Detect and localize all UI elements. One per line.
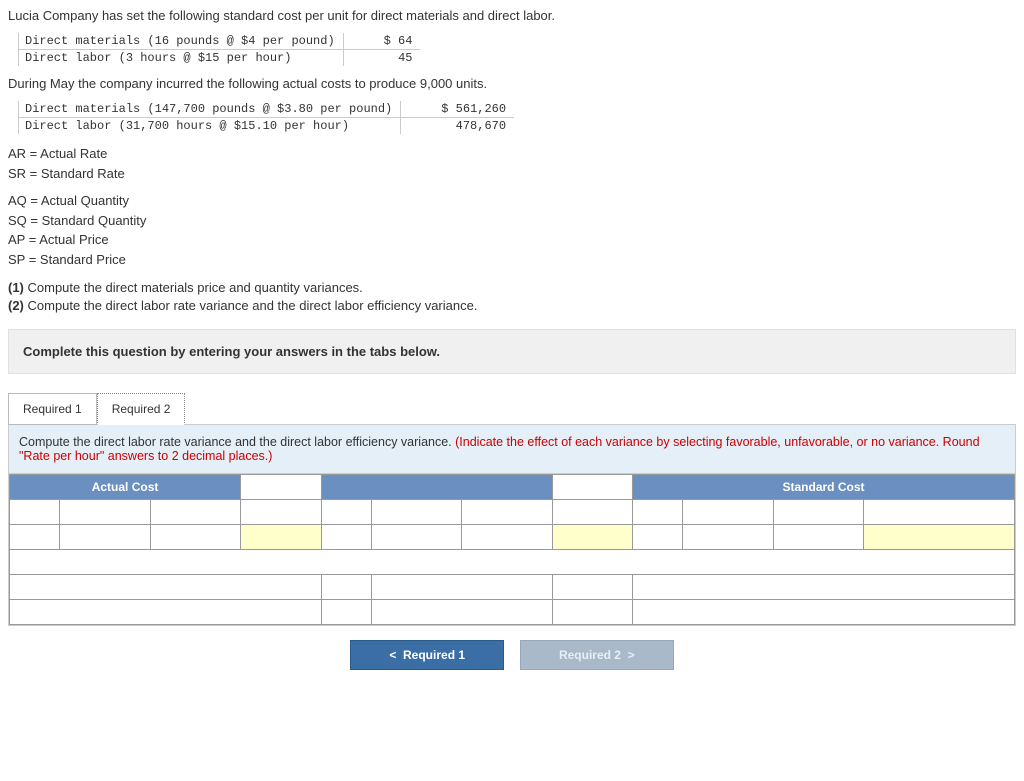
instruction-bar: Complete this question by entering your … (8, 329, 1016, 374)
def-sr: SR = Standard Rate (8, 164, 1016, 184)
variance-table: Actual Cost Standard Cost (9, 474, 1015, 625)
tab-content: Compute the direct labor rate variance a… (8, 424, 1016, 626)
cell[interactable] (150, 525, 240, 550)
prompt-bar: Compute the direct labor rate variance a… (9, 425, 1015, 474)
header-standard-cost: Standard Cost (633, 475, 1015, 500)
cell[interactable] (150, 500, 240, 525)
cell[interactable] (864, 500, 1015, 525)
cell[interactable] (60, 500, 150, 525)
cell[interactable] (633, 575, 1015, 600)
def-sq: SQ = Standard Quantity (8, 211, 1016, 231)
cell[interactable] (10, 500, 60, 525)
def-aq: AQ = Actual Quantity (8, 191, 1016, 211)
cell[interactable] (552, 600, 632, 625)
header-mid (321, 475, 552, 500)
cell[interactable] (633, 525, 683, 550)
intro-line-2: During May the company incurred the foll… (8, 76, 1016, 91)
next-button[interactable]: Required 2 > (520, 640, 674, 670)
cell[interactable] (10, 525, 60, 550)
tab-required-2[interactable]: Required 2 (97, 393, 186, 425)
standard-cost-table: Direct materials (16 pounds @ $4 per pou… (18, 33, 420, 66)
cell[interactable] (773, 525, 863, 550)
table-row: Direct labor (3 hours @ $15 per hour)45 (19, 50, 421, 67)
cell[interactable] (241, 500, 321, 525)
header-actual-cost: Actual Cost (10, 475, 241, 500)
actual-cost-table: Direct materials (147,700 pounds @ $3.80… (18, 101, 514, 134)
questions-block: (1) Compute the direct materials price a… (8, 279, 1016, 315)
cell[interactable] (321, 575, 371, 600)
cell[interactable] (683, 525, 773, 550)
cell[interactable] (683, 500, 773, 525)
cell[interactable] (633, 500, 683, 525)
cell-result[interactable] (552, 525, 632, 550)
chevron-right-icon: > (628, 648, 635, 662)
def-ap: AP = Actual Price (8, 230, 1016, 250)
tabs: Required 1Required 2 (8, 392, 1016, 424)
nav-buttons: < Required 1 Required 2 > (8, 626, 1016, 676)
table-row: Direct labor (31,700 hours @ $15.10 per … (19, 118, 515, 135)
intro-line-1: Lucia Company has set the following stan… (8, 8, 1016, 23)
tab-required-1[interactable]: Required 1 (8, 393, 97, 425)
cell[interactable] (10, 600, 322, 625)
table-row: Direct materials (16 pounds @ $4 per pou… (19, 33, 421, 50)
cell[interactable] (462, 525, 552, 550)
cell[interactable] (552, 575, 632, 600)
prev-button[interactable]: < Required 1 (350, 640, 504, 670)
cell-result[interactable] (241, 525, 321, 550)
cell[interactable] (321, 525, 371, 550)
cell[interactable] (552, 475, 632, 500)
cell[interactable] (10, 550, 1015, 575)
cell[interactable] (241, 475, 321, 500)
cell[interactable] (773, 500, 863, 525)
definitions-block: AR = Actual Rate SR = Standard Rate AQ =… (8, 144, 1016, 269)
cell[interactable] (321, 500, 371, 525)
cell[interactable] (371, 525, 461, 550)
cell[interactable] (371, 600, 552, 625)
cell[interactable] (60, 525, 150, 550)
cell[interactable] (321, 600, 371, 625)
cell-result[interactable] (864, 525, 1015, 550)
table-row: Direct materials (147,700 pounds @ $3.80… (19, 101, 515, 118)
cell[interactable] (371, 500, 461, 525)
def-sp: SP = Standard Price (8, 250, 1016, 270)
cell[interactable] (371, 575, 552, 600)
def-ar: AR = Actual Rate (8, 144, 1016, 164)
cell[interactable] (10, 575, 322, 600)
chevron-left-icon: < (389, 648, 396, 662)
cell[interactable] (462, 500, 552, 525)
cell[interactable] (633, 600, 1015, 625)
cell[interactable] (552, 500, 632, 525)
